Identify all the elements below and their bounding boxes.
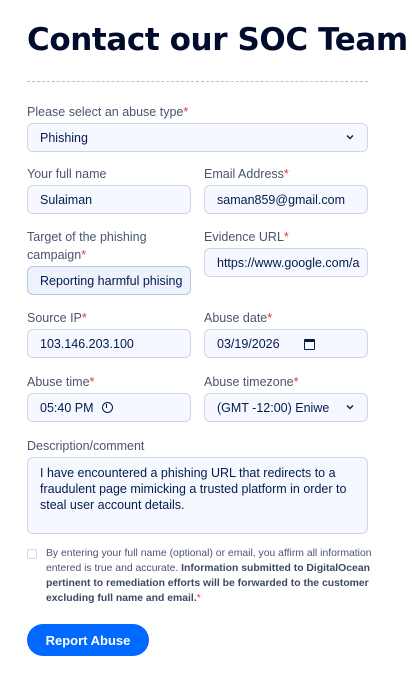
clock-icon[interactable] xyxy=(101,402,113,413)
abuse-type-select[interactable]: Phishing xyxy=(27,123,368,152)
chevron-down-icon xyxy=(346,403,354,411)
abuse-date-value: 03/19/2026 xyxy=(217,336,280,351)
report-abuse-button[interactable]: Report Abuse xyxy=(27,624,149,656)
target-label: Target of the phishing campaign* xyxy=(27,230,147,262)
email-input[interactable]: saman859@gmail.com xyxy=(204,185,368,214)
evidence-url-value: https://www.google.com/a xyxy=(217,255,360,270)
target-input[interactable]: Reporting harmful phising xyxy=(27,266,191,295)
consent-checkbox[interactable] xyxy=(27,549,37,559)
timezone-select[interactable]: (GMT -12:00) Eniwe xyxy=(204,393,368,422)
page-title: Contact our SOC Team xyxy=(27,22,408,58)
abuse-time-label: Abuse time* xyxy=(27,375,95,389)
abuse-date-label: Abuse date* xyxy=(204,311,273,325)
target-value: Reporting harmful phising xyxy=(40,273,183,288)
description-label: Description/comment xyxy=(27,439,145,453)
full-name-value: Sulaiman xyxy=(40,192,93,207)
abuse-type-label: Please select an abuse type* xyxy=(27,105,189,119)
evidence-url-label: Evidence URL* xyxy=(204,230,289,244)
source-ip-label: Source IP* xyxy=(27,311,87,325)
source-ip-input[interactable]: 103.146.203.100 xyxy=(27,329,191,358)
description-textarea[interactable]: I have encountered a phishing URL that r… xyxy=(27,457,368,534)
abuse-time-value: 05:40 PM xyxy=(40,400,94,415)
source-ip-value: 103.146.203.100 xyxy=(40,336,134,351)
email-label: Email Address* xyxy=(204,167,289,181)
timezone-label: Abuse timezone* xyxy=(204,375,299,389)
full-name-label: Your full name xyxy=(27,167,107,181)
abuse-type-value: Phishing xyxy=(40,130,88,145)
calendar-icon[interactable] xyxy=(304,339,315,350)
dashed-divider xyxy=(27,81,368,82)
timezone-value: (GMT -12:00) Eniwe xyxy=(217,400,330,415)
abuse-time-input[interactable]: 05:40 PM xyxy=(27,393,191,422)
abuse-date-input[interactable]: 03/19/2026 xyxy=(204,329,368,358)
consent-text: By entering your full name (optional) or… xyxy=(46,548,372,604)
full-name-input[interactable]: Sulaiman xyxy=(27,185,191,214)
evidence-url-input[interactable]: https://www.google.com/a xyxy=(204,248,368,277)
chevron-down-icon xyxy=(346,135,354,140)
email-value: saman859@gmail.com xyxy=(217,192,346,207)
